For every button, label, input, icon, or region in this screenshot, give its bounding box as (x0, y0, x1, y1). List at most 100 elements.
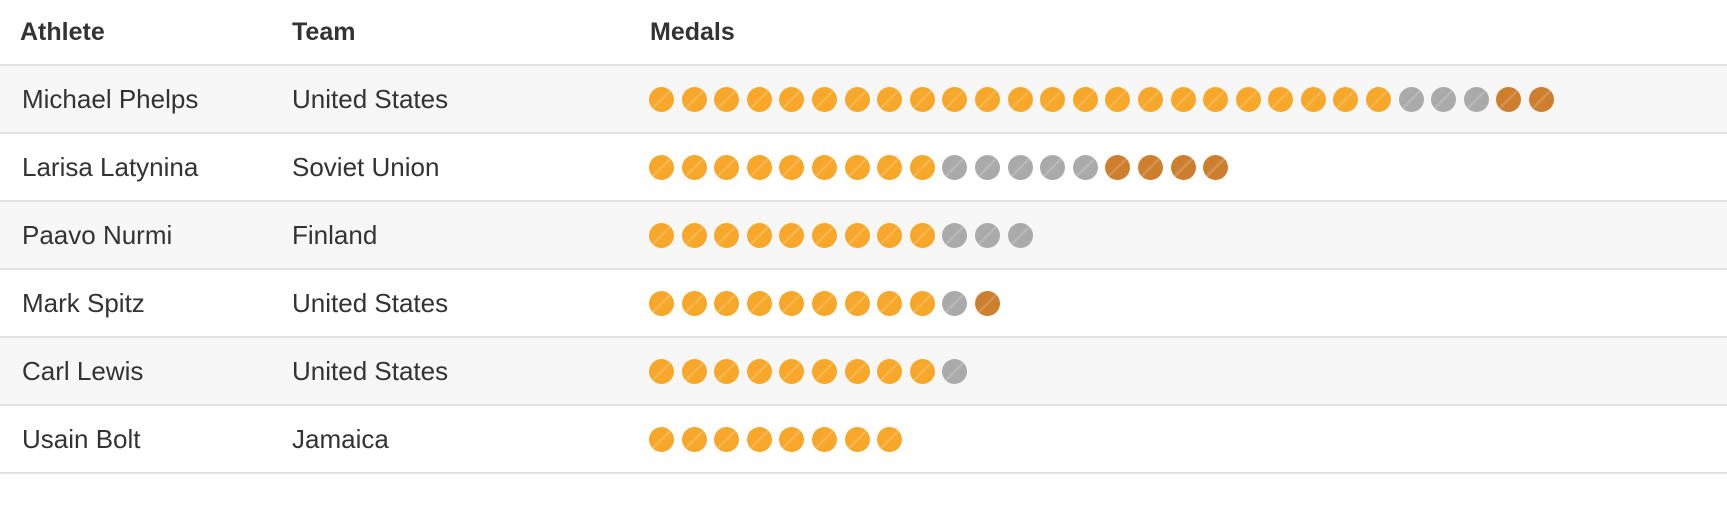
column-header-athlete[interactable]: Athlete (3, 18, 273, 47)
medal-list (649, 358, 975, 384)
silver-medal-icon (1398, 86, 1424, 112)
gold-medal-icon (1072, 86, 1098, 112)
gold-medal-icon (779, 290, 805, 316)
gold-medal-icon (649, 222, 674, 248)
gold-medal-icon (909, 358, 935, 384)
silver-medal-icon (974, 154, 1000, 180)
gold-medal-icon (681, 426, 707, 452)
athlete-name: Mark Spitz (22, 287, 145, 318)
gold-medal-icon (1235, 86, 1261, 112)
silver-medal-icon (974, 222, 1000, 248)
athlete-name: Carl Lewis (22, 355, 144, 386)
gold-medal-icon (1170, 86, 1196, 112)
gold-medal-icon (844, 426, 870, 452)
gold-medal-icon (811, 154, 837, 180)
gold-medal-icon (811, 358, 837, 384)
gold-medal-icon (811, 426, 837, 452)
gold-medal-icon (681, 358, 707, 384)
gold-medal-icon (811, 222, 837, 248)
team-name: United States (292, 287, 449, 318)
silver-medal-icon (1463, 86, 1489, 112)
gold-medal-icon (1105, 86, 1131, 112)
gold-medal-icon (681, 86, 707, 112)
gold-medal-icon (779, 154, 805, 180)
silver-medal-icon (1072, 154, 1098, 180)
gold-medal-icon (974, 86, 1000, 112)
silver-medal-icon (942, 222, 968, 248)
medals-cell (639, 290, 1727, 316)
gold-medal-icon (649, 290, 674, 316)
team-name: Jamaica (292, 423, 389, 454)
gold-medal-icon (714, 358, 740, 384)
gold-medal-icon (1333, 86, 1359, 112)
gold-medal-icon (909, 222, 935, 248)
gold-medal-icon (746, 290, 772, 316)
gold-medal-icon (844, 222, 870, 248)
table-row[interactable]: Larisa Latynina Soviet Union (0, 134, 1727, 202)
silver-medal-icon (942, 358, 968, 384)
medals-cell (639, 426, 1727, 452)
medals-cell (639, 154, 1727, 180)
medal-list (649, 426, 910, 452)
gold-medal-icon (877, 154, 903, 180)
gold-medal-icon (649, 358, 674, 384)
gold-medal-icon (649, 86, 674, 112)
table-row[interactable]: Carl Lewis United States (0, 338, 1727, 406)
silver-medal-icon (1040, 154, 1066, 180)
gold-medal-icon (714, 222, 740, 248)
athlete-name: Larisa Latynina (22, 151, 199, 182)
gold-medal-icon (1366, 86, 1392, 112)
bronze-medal-icon (1137, 154, 1163, 180)
table-body: Michael Phelps United States Larisa Latyni… (0, 66, 1727, 474)
gold-medal-icon (811, 290, 837, 316)
gold-medal-icon (877, 222, 903, 248)
gold-medal-icon (877, 290, 903, 316)
gold-medal-icon (844, 290, 870, 316)
gold-medal-icon (909, 154, 935, 180)
column-header-team[interactable]: Team (273, 18, 639, 47)
silver-medal-icon (1007, 154, 1033, 180)
gold-medal-icon (1007, 86, 1033, 112)
gold-medal-icon (681, 222, 707, 248)
table-header: Athlete Team Medals (0, 0, 1727, 66)
silver-medal-icon (942, 154, 968, 180)
gold-medal-icon (1137, 86, 1163, 112)
athlete-name: Paavo Nurmi (22, 219, 173, 250)
table-row[interactable]: Usain Bolt Jamaica (0, 406, 1727, 474)
silver-medal-icon (942, 290, 968, 316)
gold-medal-icon (746, 426, 772, 452)
medals-cell (639, 222, 1727, 248)
gold-medal-icon (811, 86, 837, 112)
silver-medal-icon (1431, 86, 1457, 112)
gold-medal-icon (779, 358, 805, 384)
team-name: Finland (292, 219, 378, 250)
bronze-medal-icon (1203, 154, 1229, 180)
gold-medal-icon (746, 358, 772, 384)
gold-medal-icon (942, 86, 968, 112)
gold-medal-icon (779, 86, 805, 112)
column-header-medals[interactable]: Medals (639, 18, 1727, 47)
bronze-medal-icon (1105, 154, 1131, 180)
table-row[interactable]: Paavo Nurmi Finland (0, 202, 1727, 270)
athlete-name: Michael Phelps (22, 83, 199, 114)
gold-medal-icon (746, 222, 772, 248)
gold-medal-icon (844, 86, 870, 112)
gold-medal-icon (909, 290, 935, 316)
bronze-medal-icon (1170, 154, 1196, 180)
table-row[interactable]: Mark Spitz United States (0, 270, 1727, 338)
table-row[interactable]: Michael Phelps United States (0, 66, 1727, 134)
athlete-name: Usain Bolt (22, 423, 141, 454)
gold-medal-icon (779, 426, 805, 452)
team-name: Soviet Union (292, 151, 440, 182)
medal-list (649, 86, 1562, 112)
bronze-medal-icon (1496, 86, 1522, 112)
gold-medal-icon (714, 154, 740, 180)
gold-medal-icon (681, 154, 707, 180)
gold-medal-icon (714, 426, 740, 452)
medals-cell (639, 86, 1727, 112)
gold-medal-icon (649, 426, 674, 452)
gold-medal-icon (681, 290, 707, 316)
medals-cell (639, 358, 1727, 384)
bronze-medal-icon (1529, 86, 1555, 112)
medal-list (649, 290, 1008, 316)
